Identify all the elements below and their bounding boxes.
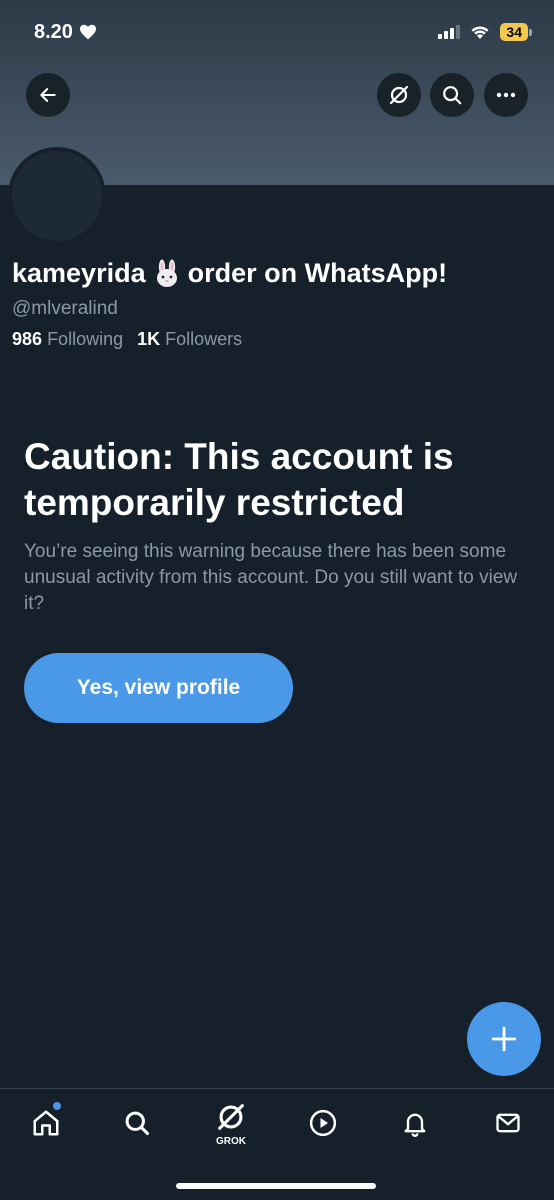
grok-button[interactable] — [377, 73, 421, 117]
search-button[interactable] — [430, 73, 474, 117]
status-bar: 8.20 34 — [0, 0, 554, 64]
messages-icon — [496, 1113, 520, 1133]
avatar[interactable] — [8, 147, 106, 245]
profile-handle: @mlveralind — [12, 298, 118, 319]
plus-icon — [491, 1026, 517, 1052]
home-indicator — [176, 1183, 376, 1189]
profile-stats: 986 Following 1K Followers — [12, 329, 242, 350]
nav-home[interactable] — [26, 1103, 66, 1143]
followers-count: 1K — [137, 329, 161, 349]
compose-button[interactable] — [467, 1002, 541, 1076]
home-notification-dot — [53, 1102, 61, 1110]
followers-label: Followers — [165, 329, 243, 349]
profile-name: kameyrida order on WhatsApp! — [12, 258, 447, 289]
nav-notifications[interactable] — [395, 1103, 435, 1143]
battery-indicator: 34 — [500, 23, 532, 41]
arrow-left-icon — [40, 88, 56, 102]
caution-body: You’re seeing this warning because there… — [24, 541, 518, 614]
profile-name-text: kameyrida — [12, 258, 146, 288]
search-icon — [443, 86, 462, 105]
nav-search[interactable] — [117, 1103, 157, 1143]
nav-video[interactable] — [303, 1103, 343, 1143]
wifi-icon — [471, 25, 489, 39]
grok-label: GROK — [216, 1136, 246, 1147]
notifications-icon — [404, 1113, 426, 1137]
video-icon — [309, 1109, 337, 1137]
signal-icon — [438, 25, 461, 39]
caution-title: Caution: This account is temporarily res… — [24, 436, 454, 523]
status-indicators: 34 — [438, 23, 532, 41]
grok-icon — [218, 1104, 244, 1130]
view-profile-button[interactable]: Yes, view profile — [24, 653, 293, 723]
back-button[interactable] — [26, 73, 70, 117]
more-options-button[interactable] — [484, 73, 528, 117]
more-icon — [496, 92, 516, 98]
search-icon — [125, 1111, 150, 1136]
home-icon — [33, 1110, 59, 1136]
following-label: Following — [47, 329, 124, 349]
profile-name-suffix: order on WhatsApp! — [187, 258, 448, 288]
following-count: 986 — [12, 329, 43, 349]
nav-messages[interactable] — [488, 1103, 528, 1143]
status-time-text: 8.20 — [34, 20, 73, 43]
grok-icon — [389, 85, 409, 105]
followers-link[interactable]: 1K Followers — [137, 329, 242, 350]
following-link[interactable]: 986 Following — [12, 329, 123, 350]
heart-icon — [79, 24, 96, 40]
status-time: 8.20 — [34, 21, 97, 44]
nav-grok[interactable] — [211, 1097, 251, 1137]
rabbit-icon — [156, 259, 177, 287]
